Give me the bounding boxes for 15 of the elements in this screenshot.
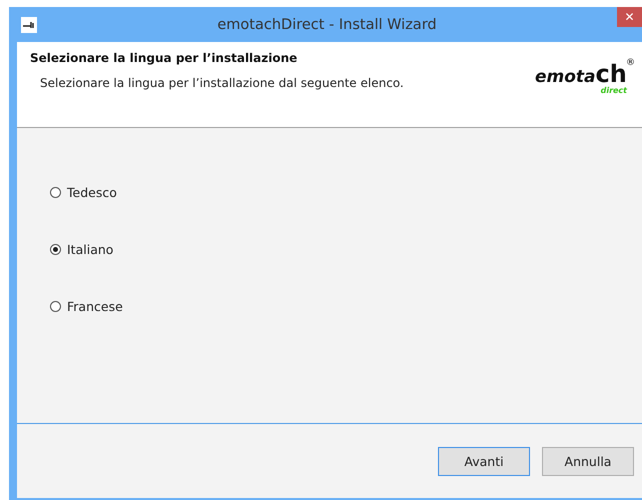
close-button[interactable]: ✕ <box>616 7 642 27</box>
radio-label[interactable]: Francese <box>67 298 123 314</box>
radio-label[interactable]: Tedesco <box>67 184 117 200</box>
wizard-button[interactable]: Annulla <box>542 446 634 476</box>
radio-button[interactable] <box>50 244 61 254</box>
registered-mark: ® <box>626 58 635 68</box>
radio-label[interactable]: Italiano <box>67 242 114 256</box>
logo-subtext: direct <box>600 86 627 95</box>
wizard-button[interactable]: Avanti <box>438 446 530 476</box>
logo-text: emotach <box>535 60 627 88</box>
page-subtitle: Selezionare la lingua per l’installazione dal seguente elenco. <box>40 76 405 90</box>
radio-button[interactable] <box>50 300 61 312</box>
page-title: Selezionare la lingua per l’installazione <box>30 51 298 65</box>
window-title: emotachDirect - Install Wizard <box>217 16 437 32</box>
radio-button[interactable] <box>50 186 61 198</box>
